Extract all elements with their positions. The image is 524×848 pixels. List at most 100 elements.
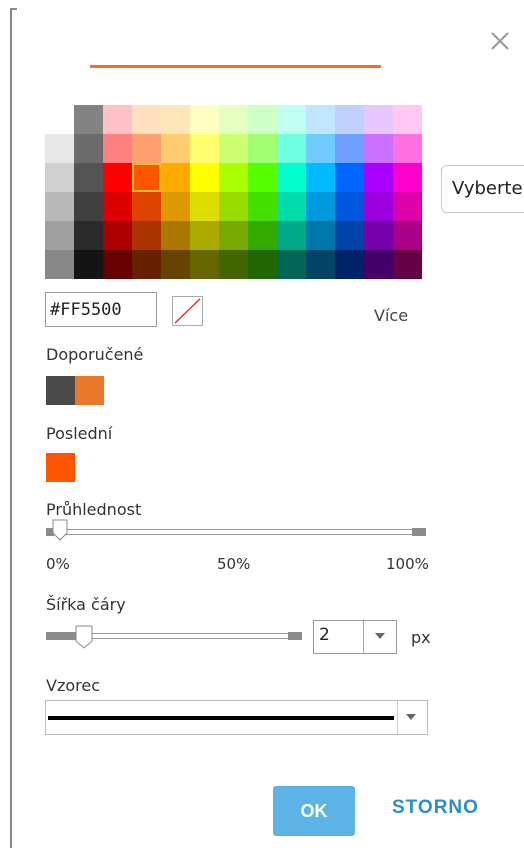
palette-swatch[interactable]	[103, 134, 132, 163]
palette-swatch[interactable]	[132, 134, 161, 163]
recent-color-swatch[interactable]	[46, 453, 75, 482]
palette-swatch[interactable]	[161, 192, 190, 221]
hex-color-input[interactable]	[45, 292, 157, 327]
slider-end-cap	[288, 632, 302, 640]
palette-swatch[interactable]	[306, 250, 335, 279]
recommended-color-swatch[interactable]	[46, 376, 75, 405]
palette-swatch[interactable]	[393, 163, 422, 192]
palette-swatch[interactable]	[393, 250, 422, 279]
palette-swatch[interactable]	[103, 192, 132, 221]
palette-swatch[interactable]	[161, 163, 190, 192]
unit-label: px	[411, 628, 431, 647]
palette-swatch[interactable]	[335, 221, 364, 250]
palette-swatch[interactable]	[393, 105, 422, 134]
palette-swatch[interactable]	[74, 221, 103, 250]
palette-swatch[interactable]	[190, 221, 219, 250]
palette-swatch[interactable]	[190, 192, 219, 221]
palette-swatch[interactable]	[190, 105, 219, 134]
palette-swatch[interactable]	[45, 163, 74, 192]
palette-swatch[interactable]	[393, 221, 422, 250]
palette-swatch[interactable]	[74, 163, 103, 192]
palette-swatch[interactable]	[161, 250, 190, 279]
field-divider	[363, 621, 364, 653]
dialog-corner	[10, 8, 17, 10]
palette-swatch[interactable]	[74, 105, 103, 134]
palette-swatch[interactable]	[219, 105, 248, 134]
palette-swatch[interactable]	[364, 105, 393, 134]
palette-swatch[interactable]	[393, 192, 422, 221]
palette-swatch[interactable]	[74, 250, 103, 279]
palette-swatch[interactable]	[132, 250, 161, 279]
slider-thumb[interactable]	[75, 625, 93, 649]
palette-swatch[interactable]	[277, 163, 306, 192]
palette-swatch[interactable]	[364, 192, 393, 221]
palette-swatch[interactable]	[306, 192, 335, 221]
palette-swatch[interactable]	[248, 221, 277, 250]
palette-swatch[interactable]	[248, 192, 277, 221]
ok-button[interactable]: OK	[273, 786, 355, 836]
close-icon[interactable]	[487, 28, 513, 54]
palette-swatch[interactable]	[248, 134, 277, 163]
palette-swatch[interactable]	[190, 134, 219, 163]
palette-swatch[interactable]	[74, 134, 103, 163]
palette-swatch[interactable]	[103, 221, 132, 250]
palette-swatch[interactable]	[364, 163, 393, 192]
palette-swatch[interactable]	[132, 221, 161, 250]
select-dropdown[interactable]: Vyberte	[441, 165, 524, 213]
palette-swatch[interactable]	[364, 221, 393, 250]
palette-swatch[interactable]	[306, 221, 335, 250]
palette-swatch[interactable]	[219, 163, 248, 192]
palette-swatch[interactable]	[306, 105, 335, 134]
line-width-value[interactable]: 2	[319, 625, 330, 645]
cancel-button[interactable]: STORNO	[392, 797, 479, 819]
palette-swatch[interactable]	[248, 250, 277, 279]
palette-swatch[interactable]	[45, 192, 74, 221]
palette-swatch[interactable]	[335, 250, 364, 279]
line-preview	[90, 65, 381, 68]
no-color-icon[interactable]	[172, 296, 203, 326]
palette-swatch[interactable]	[277, 250, 306, 279]
palette-swatch[interactable]	[74, 192, 103, 221]
palette-swatch[interactable]	[364, 250, 393, 279]
palette-swatch[interactable]	[219, 221, 248, 250]
palette-swatch[interactable]	[45, 221, 74, 250]
palette-swatch[interactable]	[103, 105, 132, 134]
palette-swatch[interactable]	[277, 105, 306, 134]
palette-swatch[interactable]	[277, 134, 306, 163]
palette-swatch[interactable]	[393, 134, 422, 163]
palette-swatch[interactable]	[161, 105, 190, 134]
palette-swatch[interactable]	[45, 134, 74, 163]
tick-label: 50%	[217, 555, 251, 573]
palette-swatch[interactable]	[335, 134, 364, 163]
palette-swatch[interactable]	[45, 105, 74, 134]
palette-swatch[interactable]	[306, 134, 335, 163]
palette-swatch[interactable]	[306, 163, 335, 192]
slider-thumb[interactable]	[52, 519, 68, 541]
palette-swatch[interactable]	[219, 192, 248, 221]
pattern-label: Vzorec	[46, 676, 100, 695]
palette-swatch[interactable]	[364, 134, 393, 163]
palette-swatch[interactable]	[161, 134, 190, 163]
palette-swatch[interactable]	[132, 163, 161, 192]
chevron-down-icon[interactable]	[405, 713, 417, 721]
palette-swatch[interactable]	[219, 134, 248, 163]
palette-swatch[interactable]	[190, 250, 219, 279]
palette-swatch[interactable]	[335, 105, 364, 134]
palette-swatch[interactable]	[190, 163, 219, 192]
palette-swatch[interactable]	[103, 163, 132, 192]
recommended-color-swatch[interactable]	[75, 376, 104, 405]
palette-swatch[interactable]	[335, 163, 364, 192]
palette-swatch[interactable]	[277, 192, 306, 221]
palette-swatch[interactable]	[335, 192, 364, 221]
more-colors-link[interactable]: Více	[374, 306, 408, 325]
palette-swatch[interactable]	[219, 250, 248, 279]
palette-swatch[interactable]	[277, 221, 306, 250]
palette-swatch[interactable]	[103, 250, 132, 279]
chevron-down-icon[interactable]	[374, 632, 386, 640]
palette-swatch[interactable]	[248, 163, 277, 192]
palette-swatch[interactable]	[132, 105, 161, 134]
palette-swatch[interactable]	[132, 192, 161, 221]
palette-swatch[interactable]	[45, 250, 74, 279]
palette-swatch[interactable]	[161, 221, 190, 250]
palette-swatch[interactable]	[248, 105, 277, 134]
